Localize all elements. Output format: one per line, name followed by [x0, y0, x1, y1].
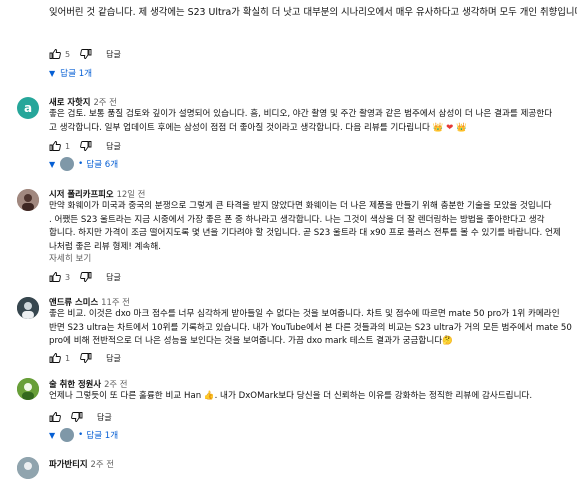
like-count: 3 — [65, 272, 71, 282]
emoji-icon: 🤔 — [442, 336, 453, 347]
thumbs-up-icon — [49, 272, 61, 282]
like-count: 5 — [65, 49, 71, 59]
comment-text: 언제나 그렇듯이 또 다른 훌륭한 비교 Han 👍. 내가 DxOMark보다… — [49, 390, 572, 404]
person-avatar-icon — [17, 189, 39, 211]
comment-author[interactable]: 앤드류 스미스 — [49, 297, 98, 307]
person-avatar-icon — [17, 378, 39, 400]
comment-line: 좋은 검토. 보통 품질 검토와 깊이가 설명되어 있습니다. 흠, 비디오, … — [49, 109, 553, 119]
replies-count-label: 답글 6개 — [86, 160, 119, 170]
creator-avatar — [60, 428, 75, 442]
like-button[interactable] — [49, 48, 61, 60]
thumbs-up-icon — [49, 412, 61, 422]
top-comment-actions: 5 답글 — [49, 47, 121, 61]
avatar[interactable] — [17, 297, 39, 319]
thumbs-down-icon — [80, 353, 92, 363]
reply-button[interactable]: 답글 — [97, 412, 112, 423]
dislike-button[interactable] — [71, 411, 83, 423]
reply-button[interactable]: 답글 — [106, 272, 121, 283]
dislike-button[interactable] — [80, 352, 92, 364]
avatar-letter: a — [23, 101, 33, 115]
thumbs-down-icon — [80, 141, 92, 151]
replies-count-label: 답글 1개 — [60, 69, 93, 79]
person-avatar-icon — [17, 457, 39, 479]
view-replies-button[interactable]: ▼ 답글 1개 — [49, 67, 93, 80]
chevron-down-icon: ▼ — [49, 159, 56, 169]
comment-time[interactable]: 2주 전 — [104, 379, 127, 389]
like-button[interactable] — [49, 140, 61, 152]
thumbs-down-icon — [80, 272, 92, 282]
comment-author[interactable]: 술 취한 정원사 — [49, 379, 101, 389]
comment-actions: 3 답글 — [49, 270, 121, 284]
replies-count-label: 답글 1개 — [86, 431, 119, 441]
thumbs-up-icon — [49, 353, 61, 363]
like-count: 1 — [65, 353, 71, 363]
comment-line: 좋은 비교. 이것은 dxo 마크 점수를 너무 심각하게 받아들일 수 없다는… — [49, 309, 560, 319]
comment-line: 고 생각합니다. 일부 업데이트 후에는 삼성이 점점 더 좋아질 것이라고 생… — [49, 122, 467, 133]
person-avatar-icon — [17, 297, 39, 319]
comment-author[interactable]: 새로 자핫지 — [49, 97, 90, 107]
creator-avatar — [60, 157, 75, 171]
chevron-down-icon: ▼ — [49, 68, 56, 78]
comment-author-line: 앤드류 스미스 11주 전 — [49, 296, 130, 308]
comment-actions: 1 답글 — [49, 139, 121, 153]
comment-author-line: 파가반티지 2주 전 — [49, 458, 114, 470]
top-comment-text: 잊어버린 것 같습니다. 제 생각에는 S23 Ultra가 확실히 더 낫고 … — [49, 7, 577, 18]
reply-button[interactable]: 답글 — [106, 141, 121, 152]
separator-dot: • — [78, 159, 84, 169]
like-count: 1 — [65, 141, 71, 151]
comment-line: pro에 비해 전반적으로 더 나은 성능을 보인다는 것을 보여줍니다. 가끔… — [49, 336, 453, 347]
thumbs-up-icon — [49, 141, 61, 151]
reply-button[interactable]: 답글 — [106, 353, 121, 364]
reply-button[interactable]: 답글 — [106, 49, 121, 60]
comment-text: 좋은 비교. 이것은 dxo 마크 점수를 너무 심각하게 받아들일 수 없다는… — [49, 308, 572, 349]
thumbs-down-icon — [71, 412, 83, 422]
thumbs-up-icon — [49, 49, 61, 59]
comment-time[interactable]: 2주 전 — [93, 97, 116, 107]
comment-author[interactable]: 시저 폴리카프피오 — [49, 189, 114, 199]
comment-author[interactable]: 파가반티지 — [49, 459, 88, 469]
comment-author-line: 시저 폴리카프피오 12일 전 — [49, 188, 145, 200]
like-button[interactable] — [49, 271, 61, 283]
avatar[interactable] — [17, 189, 39, 211]
comment-author-line: 새로 자핫지 2주 전 — [49, 96, 117, 108]
emoji-icon: 👑 ❤ 👑 — [432, 122, 467, 133]
comment-line: 언제나 그렇듯이 또 다른 훌륭한 비교 Han 👍. 내가 DxOMark보다… — [49, 391, 533, 401]
chevron-down-icon: ▼ — [49, 430, 56, 440]
comment-text: 좋은 검토. 보통 품질 검토와 깊이가 설명되어 있습니다. 흠, 비디오, … — [49, 108, 572, 135]
comment-line: 합니다. 하지만 가격이 조금 떨어지도록 몇 년을 기다려야 할 것입니다. … — [49, 228, 561, 239]
comment-line: 반면 S23 ultra는 차트에서 10위를 기록하고 있습니다. 내가 Yo… — [49, 322, 572, 333]
comment-line: 만약 화웨이가 미국과 중국의 분쟁으로 그렇게 큰 타격을 받지 않았다면 화… — [49, 201, 552, 211]
like-button[interactable] — [49, 352, 61, 364]
avatar[interactable] — [17, 378, 39, 400]
comment-line: . 어쨌든 S23 울트라는 지금 시중에서 가장 좋은 폰 중 하나라고 생각… — [49, 214, 545, 225]
comment-actions: 답글 — [49, 410, 112, 424]
dislike-button[interactable] — [80, 140, 92, 152]
view-replies-button[interactable]: ▼ • 답글 6개 — [49, 157, 118, 171]
comment-author-line: 술 취한 정원사 2주 전 — [49, 378, 127, 390]
thumbs-down-icon — [80, 49, 92, 59]
comment-actions: 1 답글 — [49, 351, 121, 365]
comment-text: 만약 화웨이가 미국과 중국의 분쟁으로 그렇게 큰 타격을 받지 않았다면 화… — [49, 200, 572, 254]
separator-dot: • — [78, 430, 84, 440]
comment-time[interactable]: 2주 전 — [91, 459, 114, 469]
view-replies-button[interactable]: ▼ • 답글 1개 — [49, 428, 118, 442]
comment-time[interactable]: 11주 전 — [101, 297, 130, 307]
avatar[interactable] — [17, 457, 39, 479]
comment-time[interactable]: 12일 전 — [117, 189, 146, 199]
like-button[interactable] — [49, 411, 61, 423]
read-more-button[interactable]: 자세히 보기 — [49, 252, 91, 264]
avatar[interactable]: a — [17, 97, 39, 119]
dislike-button[interactable] — [80, 271, 92, 283]
comment-line: 나처럼 좋은 리뷰 형제! 계속해. — [49, 241, 161, 252]
dislike-button[interactable] — [80, 48, 92, 60]
